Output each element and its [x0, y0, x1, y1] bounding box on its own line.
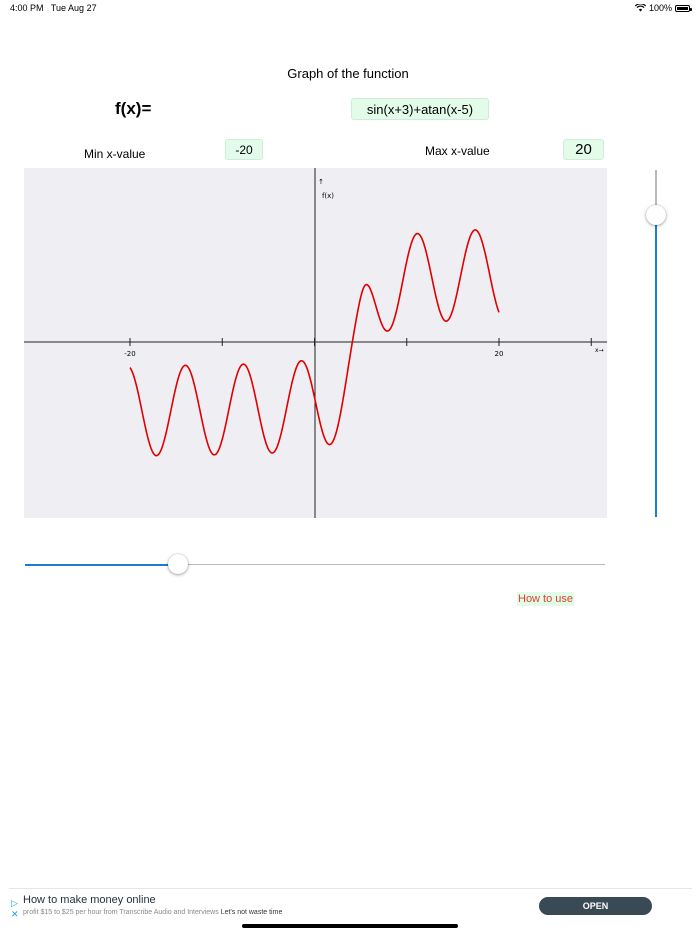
status-indicators: 100% [634, 3, 692, 13]
ad-close-icon[interactable]: ✕ [11, 909, 19, 920]
function-input[interactable]: sin(x+3)+atan(x-5) [351, 98, 489, 120]
ad-title[interactable]: How to make money online [23, 894, 156, 906]
max-x-input[interactable]: 20 [563, 139, 604, 160]
x-axis-arrow: → [599, 347, 604, 354]
x-tick-label-max: 20 [495, 350, 504, 358]
graph-svg: ↑ f(x) -20 20 x→ [24, 168, 607, 518]
min-x-input[interactable]: -20 [225, 139, 263, 160]
horizontal-slider-thumb[interactable] [168, 554, 188, 574]
status-date-text: Tue Aug 27 [50, 3, 97, 13]
horizontal-slider-fill[interactable] [25, 564, 178, 566]
graph-canvas[interactable]: ↑ f(x) -20 20 x→ [24, 168, 607, 518]
how-to-use-button[interactable]: How to use [517, 592, 575, 606]
horizontal-slider-track[interactable] [178, 564, 605, 565]
y-axis-arrow: ↑ [318, 178, 324, 186]
ad-body-text: profit $15 to $25 per hour from Transcri… [23, 909, 219, 916]
page-title: Graph of the function [287, 66, 409, 81]
ad-choices-icon[interactable]: ▷ [11, 898, 18, 909]
status-time-text: 4:00 PM [10, 3, 44, 13]
y-axis-label: f(x) [322, 192, 334, 200]
ad-body: profit $15 to $25 per hour from Transcri… [23, 909, 282, 916]
min-x-label: Min x-value [84, 147, 146, 161]
x-tick-label-min: -20 [124, 350, 135, 358]
ad-banner[interactable]: ▷ ✕ How to make money online profit $15 … [9, 888, 692, 921]
status-time: 4:00 PM Tue Aug 27 [10, 3, 97, 13]
function-label: f(x)= [115, 99, 152, 118]
ad-open-button[interactable]: OPEN [539, 897, 652, 915]
x-axis-label-group: x→ [595, 347, 604, 354]
vertical-slider-fill[interactable] [655, 215, 657, 517]
ad-body-highlight: Let's not waste time [220, 909, 283, 916]
home-indicator [242, 924, 458, 928]
battery-icon [675, 4, 692, 12]
battery-percent: 100% [648, 3, 672, 13]
wifi-icon [634, 4, 646, 12]
vertical-slider-thumb[interactable] [646, 205, 666, 225]
max-x-label: Max x-value [425, 144, 490, 158]
